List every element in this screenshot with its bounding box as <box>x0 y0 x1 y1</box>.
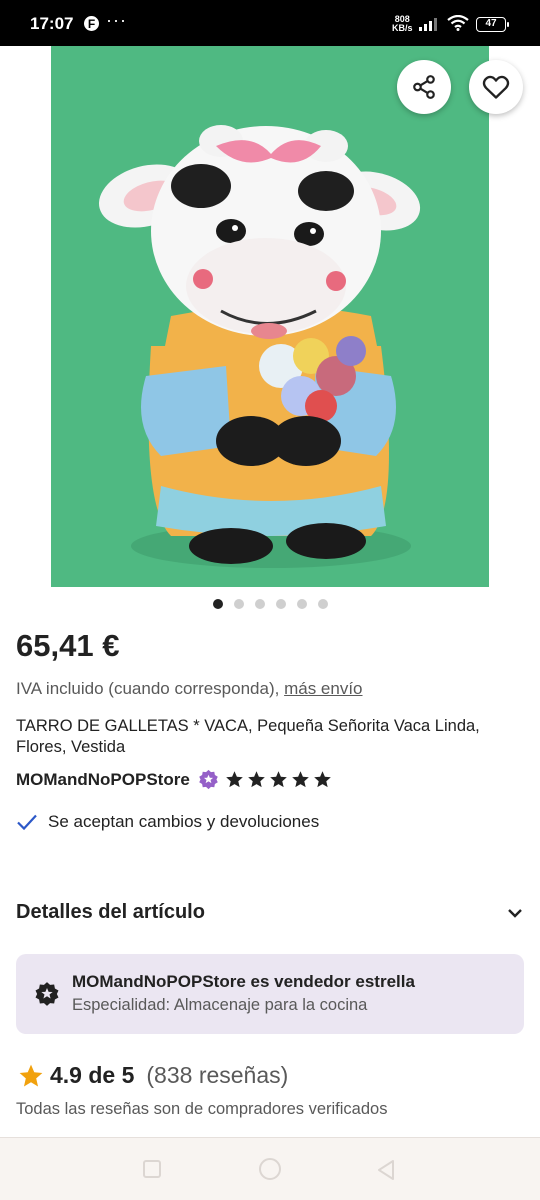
carousel-dot[interactable] <box>296 599 307 609</box>
network-speed-unit: KB/s <box>392 23 413 33</box>
star-seller-banner: MOMandNoPOPStore es vendedor estrella Es… <box>16 954 524 1034</box>
network-speed: 808 KB/s <box>392 15 413 33</box>
returns-text: Se aceptan cambios y devoluciones <box>48 812 320 831</box>
star-seller-title: MOMandNoPOPStore es vendedor estrella <box>72 972 415 991</box>
rating-star-icon <box>291 771 309 788</box>
chevron-down-icon <box>508 908 522 918</box>
rating-star-icon <box>225 771 243 788</box>
carousel-dot[interactable] <box>212 599 223 609</box>
star-seller-specialty: Especialidad: Almacenaje para la cocina <box>72 996 368 1014</box>
carousel-dot[interactable] <box>317 599 328 609</box>
product-image[interactable] <box>51 46 489 587</box>
facebook-notification-icon: F <box>84 16 99 31</box>
star-icon <box>19 1064 43 1087</box>
star-seller-icon <box>35 982 59 1006</box>
wifi-icon <box>447 15 469 31</box>
back-button[interactable] <box>376 1159 396 1181</box>
shipping-link[interactable]: más envío <box>284 679 362 698</box>
review-count: (838 reseñas) <box>146 1062 289 1088</box>
product-price: 65,41 € <box>16 628 120 663</box>
carousel-dot[interactable] <box>233 599 244 609</box>
verified-reviews-note: Todas las reseñas son de compradores ver… <box>16 1100 388 1118</box>
star-seller-icon <box>199 769 218 790</box>
favorite-button[interactable] <box>469 60 523 114</box>
signal-icon <box>419 18 437 31</box>
item-details-title: Detalles del artículo <box>16 901 205 923</box>
check-icon <box>17 814 37 831</box>
status-time: 17:07 <box>30 14 74 33</box>
more-notifications-icon: ··· <box>106 10 127 30</box>
rating-star-icon <box>269 771 287 788</box>
recents-button[interactable] <box>143 1160 161 1178</box>
share-icon <box>413 75 435 99</box>
status-bar: 17:07 F ··· 808 KB/s 47 <box>0 0 540 46</box>
item-details-toggle[interactable]: Detalles del artículo <box>16 901 524 924</box>
share-button[interactable] <box>397 60 451 114</box>
home-button[interactable] <box>259 1158 281 1180</box>
shop-name[interactable]: MOMandNoPOPStore <box>16 770 190 790</box>
system-nav-bar <box>0 1137 540 1200</box>
reviews-summary[interactable]: 4.9 de 5 (838 reseñas) <box>18 1062 288 1089</box>
rating-star-icon <box>247 771 265 788</box>
shop-rating-stars <box>225 770 332 789</box>
carousel-dot[interactable] <box>275 599 286 609</box>
shop-row[interactable]: MOMandNoPOPStore <box>16 769 332 790</box>
carousel-indicator[interactable] <box>0 599 540 609</box>
carousel-dot[interactable] <box>254 599 265 609</box>
vat-note: IVA incluido (cuando corresponda), más e… <box>16 679 363 699</box>
rating-star-icon <box>313 771 331 788</box>
battery-icon: 47 <box>476 17 509 32</box>
product-title: TARRO DE GALLETAS * VACA, Pequeña Señori… <box>16 717 480 756</box>
returns-info: Se aceptan cambios y devoluciones <box>16 812 319 832</box>
heart-icon <box>482 75 510 99</box>
vat-text: IVA incluido (cuando corresponda), <box>16 679 285 698</box>
rating-value: 4.9 de 5 <box>50 1062 135 1088</box>
cow-cookie-jar-illustration <box>51 46 489 587</box>
